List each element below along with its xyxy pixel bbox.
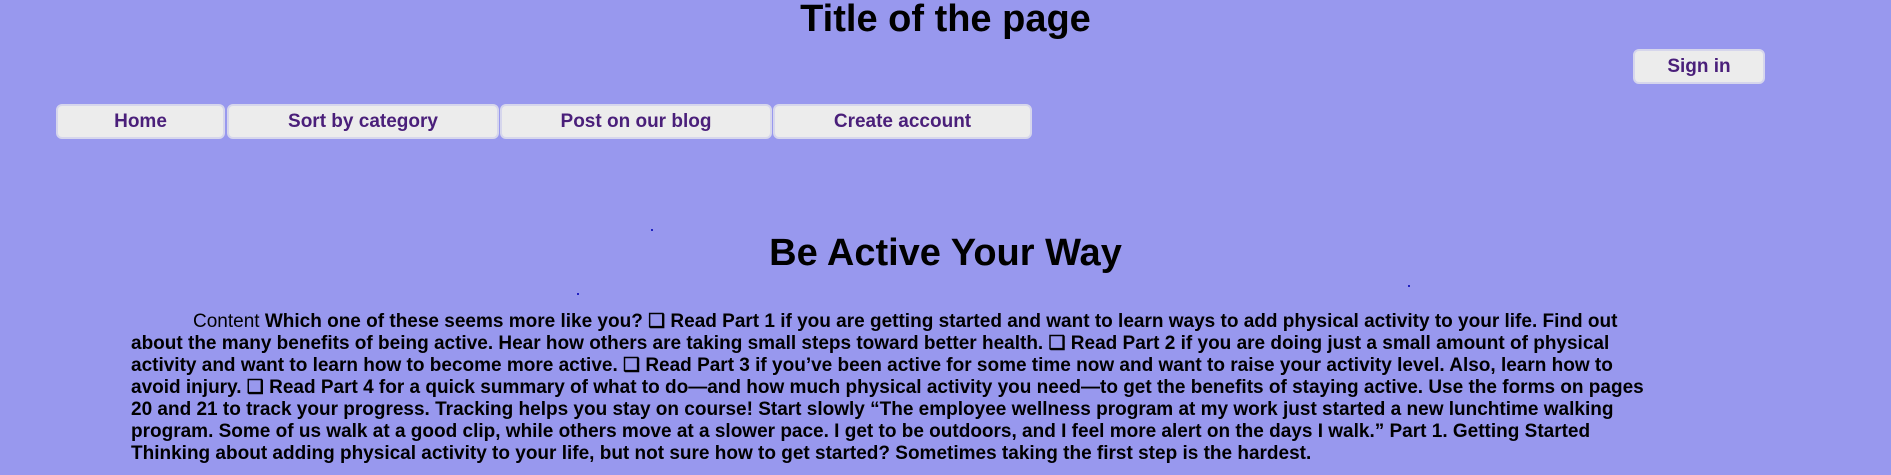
content-text: Which one of these seems more like you? … bbox=[131, 311, 1644, 464]
decorative-dot bbox=[1408, 285, 1410, 287]
nav-home-button[interactable]: Home bbox=[56, 104, 225, 139]
page-title: Title of the page bbox=[800, 0, 1091, 40]
nav-post-on-blog-button[interactable]: Post on our blog bbox=[500, 104, 772, 139]
content-label: Content bbox=[193, 311, 260, 332]
decorative-dot bbox=[577, 293, 579, 295]
sign-in-button[interactable]: Sign in bbox=[1633, 49, 1765, 84]
nav-sort-by-category-button[interactable]: Sort by category bbox=[227, 104, 499, 139]
section-heading: Be Active Your Way bbox=[769, 232, 1122, 274]
content-paragraph: Content Which one of these seems more li… bbox=[131, 311, 1660, 465]
nav-create-account-button[interactable]: Create account bbox=[773, 104, 1032, 139]
